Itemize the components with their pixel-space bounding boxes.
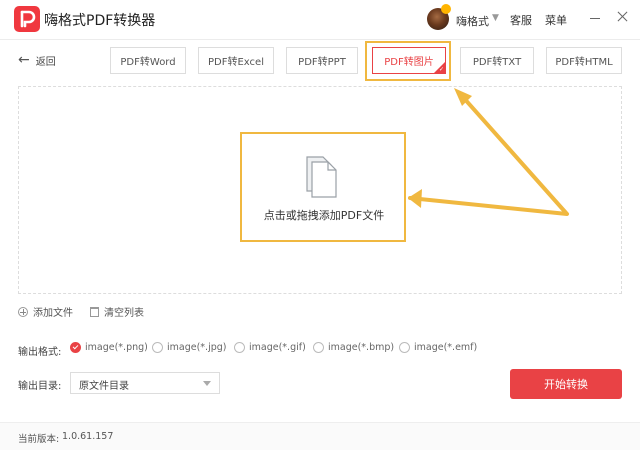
- format-radio-bmp-label: image(*.bmp): [328, 342, 395, 353]
- title-bar: 嗨格式PDF转换器 嗨格式 ▼ 客服 菜单: [0, 0, 640, 40]
- format-radio-png[interactable]: image(*.png): [70, 342, 148, 353]
- output-dir-select[interactable]: 原文件目录: [70, 372, 220, 394]
- format-radio-png-label: image(*.png): [85, 342, 148, 353]
- radio-icon: [234, 342, 245, 353]
- customer-service-link[interactable]: 客服: [510, 12, 532, 28]
- radio-icon: [399, 342, 410, 353]
- back-label: 返回: [35, 56, 56, 68]
- format-radio-bmp[interactable]: image(*.bmp): [313, 342, 394, 353]
- format-radio-jpg[interactable]: image(*.jpg): [152, 342, 226, 353]
- output-dir-label: 输出目录:: [18, 381, 62, 392]
- output-dir-value: 原文件目录: [79, 381, 129, 392]
- version-label: 当前版本:: [18, 434, 60, 445]
- clear-list-button[interactable]: 清空列表: [90, 304, 144, 319]
- trash-icon: [90, 306, 99, 317]
- version-value: 1.0.61.157: [62, 431, 114, 442]
- username[interactable]: 嗨格式: [456, 13, 489, 29]
- app-title: 嗨格式PDF转换器: [44, 13, 156, 29]
- user-menu-caret-icon[interactable]: ▼: [492, 13, 499, 23]
- format-radio-jpg-label: image(*.jpg): [167, 342, 227, 353]
- output-format-label: 输出格式:: [18, 347, 62, 358]
- add-file-button[interactable]: 添加文件: [18, 304, 73, 319]
- drop-hint-text: 点击或拖拽添加PDF文件: [263, 209, 385, 222]
- close-icon[interactable]: [616, 10, 630, 24]
- tab-pdf-to-ppt[interactable]: PDF转PPT: [286, 47, 358, 74]
- tab-pdf-to-html[interactable]: PDF转HTML: [546, 47, 622, 74]
- menu-link[interactable]: 菜单: [545, 12, 567, 28]
- minimize-icon[interactable]: [590, 9, 602, 25]
- plus-circle-icon: [18, 306, 28, 317]
- format-radio-gif-label: image(*.gif): [249, 342, 306, 353]
- radio-checked-icon: [70, 342, 81, 353]
- radio-icon: [313, 342, 324, 353]
- chevron-down-icon: [203, 381, 211, 386]
- format-radio-emf[interactable]: image(*.emf): [399, 342, 477, 353]
- format-radio-gif[interactable]: image(*.gif): [234, 342, 306, 353]
- tab-pdf-to-txt[interactable]: PDF转TXT: [460, 47, 534, 74]
- clear-list-label: 清空列表: [104, 308, 144, 319]
- start-convert-button[interactable]: 开始转换: [510, 369, 622, 399]
- add-file-label: 添加文件: [33, 308, 73, 319]
- vip-badge-icon: [441, 4, 451, 14]
- files-icon: [303, 155, 339, 203]
- format-radio-emf-label: image(*.emf): [414, 342, 478, 353]
- arrow-left-icon: ←: [18, 52, 30, 68]
- tab-pdf-to-excel[interactable]: PDF转Excel: [198, 47, 274, 74]
- tab-highlight-box: [365, 41, 451, 81]
- app-logo-icon: [14, 6, 40, 32]
- radio-icon: [152, 342, 163, 353]
- status-bar: 当前版本: 1.0.61.157: [0, 422, 640, 450]
- back-button[interactable]: ← 返回: [18, 52, 56, 68]
- tab-pdf-to-word[interactable]: PDF转Word: [110, 47, 186, 74]
